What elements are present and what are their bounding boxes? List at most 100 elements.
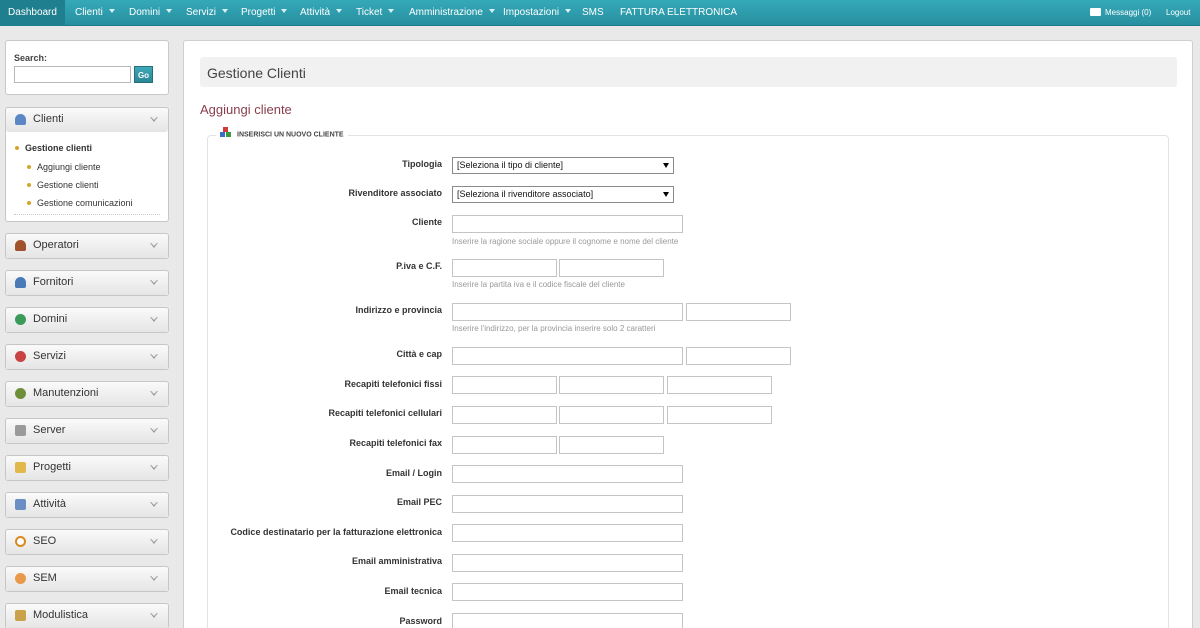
logout-label: Logout bbox=[1166, 8, 1191, 17]
codice-fiscale-input[interactable] bbox=[559, 259, 664, 277]
globe-icon bbox=[15, 314, 26, 325]
nav-dashboard[interactable]: Dashboard bbox=[0, 0, 65, 26]
sidebar-item-gestione-clienti-2[interactable]: Gestione clienti bbox=[27, 180, 99, 190]
chevron-down-icon bbox=[150, 613, 158, 618]
nav-clienti[interactable]: Clienti bbox=[75, 0, 115, 26]
cliente-hint: Inserire la ragione sociale oppure il co… bbox=[452, 237, 679, 246]
search-go-button[interactable]: Go bbox=[134, 66, 153, 83]
nav-label: Dashboard bbox=[8, 7, 57, 18]
sidebar-header-label: SEM bbox=[33, 572, 57, 584]
email-amministrativa-input[interactable] bbox=[452, 554, 683, 572]
nav-fattura-elettronica[interactable]: FATTURA ELETTRONICA bbox=[620, 0, 737, 26]
chevron-down-icon bbox=[222, 9, 229, 14]
label-tel-cell: Recapiti telefonici cellulari bbox=[328, 408, 442, 418]
envelope-icon bbox=[1090, 7, 1101, 16]
chevron-down-icon bbox=[281, 9, 288, 14]
page-title: Gestione Clienti bbox=[207, 65, 306, 81]
sidebar-section-sem[interactable]: SEM bbox=[5, 566, 169, 592]
search-input[interactable] bbox=[14, 66, 131, 83]
nav-messages[interactable]: Messaggi (0) bbox=[1090, 0, 1151, 26]
chevron-down-icon bbox=[150, 428, 158, 433]
bullet-icon bbox=[15, 145, 19, 150]
sidebar-section-seo[interactable]: SEO bbox=[5, 529, 169, 555]
label-codice-destinatario: Codice destinatario per la fatturazione … bbox=[230, 527, 442, 537]
nav-label: Ticket bbox=[356, 7, 383, 18]
email-tecnica-input[interactable] bbox=[452, 583, 683, 601]
sidebar-header-label: Modulistica bbox=[33, 609, 89, 621]
indirizzo-input[interactable] bbox=[452, 303, 683, 321]
sidebar-section-fornitori[interactable]: Fornitori bbox=[5, 270, 169, 296]
sidebar-section-domini[interactable]: Domini bbox=[5, 307, 169, 333]
chevron-down-icon bbox=[150, 502, 158, 507]
cap-input[interactable] bbox=[686, 347, 791, 365]
chevron-down-icon bbox=[166, 9, 173, 14]
sidebar-section-servizi[interactable]: Servizi bbox=[5, 344, 169, 370]
piva-input[interactable] bbox=[452, 259, 557, 277]
divider bbox=[14, 214, 160, 215]
chevron-down-icon bbox=[150, 280, 158, 285]
email-pec-input[interactable] bbox=[452, 495, 683, 513]
chevron-down-icon bbox=[336, 9, 343, 14]
codice-destinatario-input[interactable] bbox=[452, 524, 683, 542]
tel-cell-1-input[interactable] bbox=[452, 406, 557, 424]
sidebar-header-clienti[interactable]: Clienti bbox=[6, 108, 168, 132]
bullet-icon bbox=[27, 164, 31, 169]
sidebar-section-progetti[interactable]: Progetti bbox=[5, 455, 169, 481]
tipologia-select[interactable]: [Seleziona il tipo di cliente] bbox=[452, 157, 674, 174]
sidebar-header-label: Attività bbox=[33, 498, 67, 510]
activity-icon bbox=[15, 499, 26, 510]
nav-label: Amministrazione bbox=[409, 7, 483, 18]
sidebar-item-aggiungi-cliente[interactable]: Aggiungi cliente bbox=[27, 162, 101, 172]
sidebar-item-gestione-comunicazioni[interactable]: Gestione comunicazioni bbox=[27, 198, 133, 208]
nav-amministrazione[interactable]: Amministrazione bbox=[409, 0, 495, 26]
label-indirizzo: Indirizzo e provincia bbox=[355, 305, 442, 315]
email-login-input[interactable] bbox=[452, 465, 683, 483]
chevron-down-icon bbox=[150, 576, 158, 581]
tel-fisso-2-input[interactable] bbox=[559, 376, 664, 394]
nav-servizi[interactable]: Servizi bbox=[186, 0, 229, 26]
tel-fisso-1-input[interactable] bbox=[452, 376, 557, 394]
provincia-input[interactable] bbox=[686, 303, 791, 321]
sidebar-item-label: Aggiungi cliente bbox=[37, 162, 101, 172]
sidebar-header-label: Servizi bbox=[33, 350, 67, 362]
sidebar-section-attivita[interactable]: Attività bbox=[5, 492, 169, 518]
nav-impostazioni[interactable]: Impostazioni bbox=[503, 0, 572, 26]
citta-input[interactable] bbox=[452, 347, 683, 365]
sidebar-header-label: Clienti bbox=[33, 113, 64, 125]
tel-cell-3-input[interactable] bbox=[667, 406, 772, 424]
nav-ticket[interactable]: Ticket bbox=[356, 0, 395, 26]
chevron-down-icon bbox=[565, 9, 572, 14]
cliente-input[interactable] bbox=[452, 215, 683, 233]
sidebar-section-manutenzioni[interactable]: Manutenzioni bbox=[5, 381, 169, 407]
nav-progetti[interactable]: Progetti bbox=[241, 0, 288, 26]
password-input[interactable] bbox=[452, 613, 683, 628]
chevron-down-icon bbox=[150, 391, 158, 396]
label-email-tecnica: Email tecnica bbox=[384, 586, 442, 596]
sidebar-section-server[interactable]: Server bbox=[5, 418, 169, 444]
nav-sms[interactable]: SMS bbox=[582, 0, 604, 26]
label-password: Password bbox=[399, 616, 442, 626]
rivenditore-select[interactable]: [Seleziona il rivenditore associato] bbox=[452, 186, 674, 203]
fieldset-legend: INSERISCI UN NUOVO CLIENTE bbox=[216, 127, 348, 140]
fax-1-input[interactable] bbox=[452, 436, 557, 454]
sidebar-section-modulistica[interactable]: Modulistica bbox=[5, 603, 169, 628]
label-email-amministrativa: Email amministrativa bbox=[351, 556, 442, 566]
nav-logout[interactable]: Logout bbox=[1166, 0, 1190, 26]
nav-domini[interactable]: Domini bbox=[129, 0, 173, 26]
nav-attivita[interactable]: Attività bbox=[300, 0, 343, 26]
piva-hint: Inserire la partita iva e il codice fisc… bbox=[452, 280, 625, 289]
sidebar-section-operatori[interactable]: Operatori bbox=[5, 233, 169, 259]
sidebar-item-gestione-clienti[interactable]: Gestione clienti bbox=[15, 143, 92, 153]
sidebar-header-label: SEO bbox=[33, 535, 57, 547]
sidebar-header-label: Progetti bbox=[33, 461, 71, 473]
magnifier-icon bbox=[15, 536, 26, 547]
fax-2-input[interactable] bbox=[559, 436, 664, 454]
tel-cell-2-input[interactable] bbox=[559, 406, 664, 424]
page-header: Gestione Clienti bbox=[200, 57, 1177, 87]
sidebar-section-clienti: Clienti Gestione clienti Aggiungi client… bbox=[5, 107, 169, 222]
chevron-down-icon bbox=[150, 465, 158, 470]
nav-label: SMS bbox=[582, 7, 604, 18]
label-rivenditore: Rivenditore associato bbox=[348, 188, 442, 198]
supplier-icon bbox=[15, 277, 26, 288]
tel-fisso-3-input[interactable] bbox=[667, 376, 772, 394]
